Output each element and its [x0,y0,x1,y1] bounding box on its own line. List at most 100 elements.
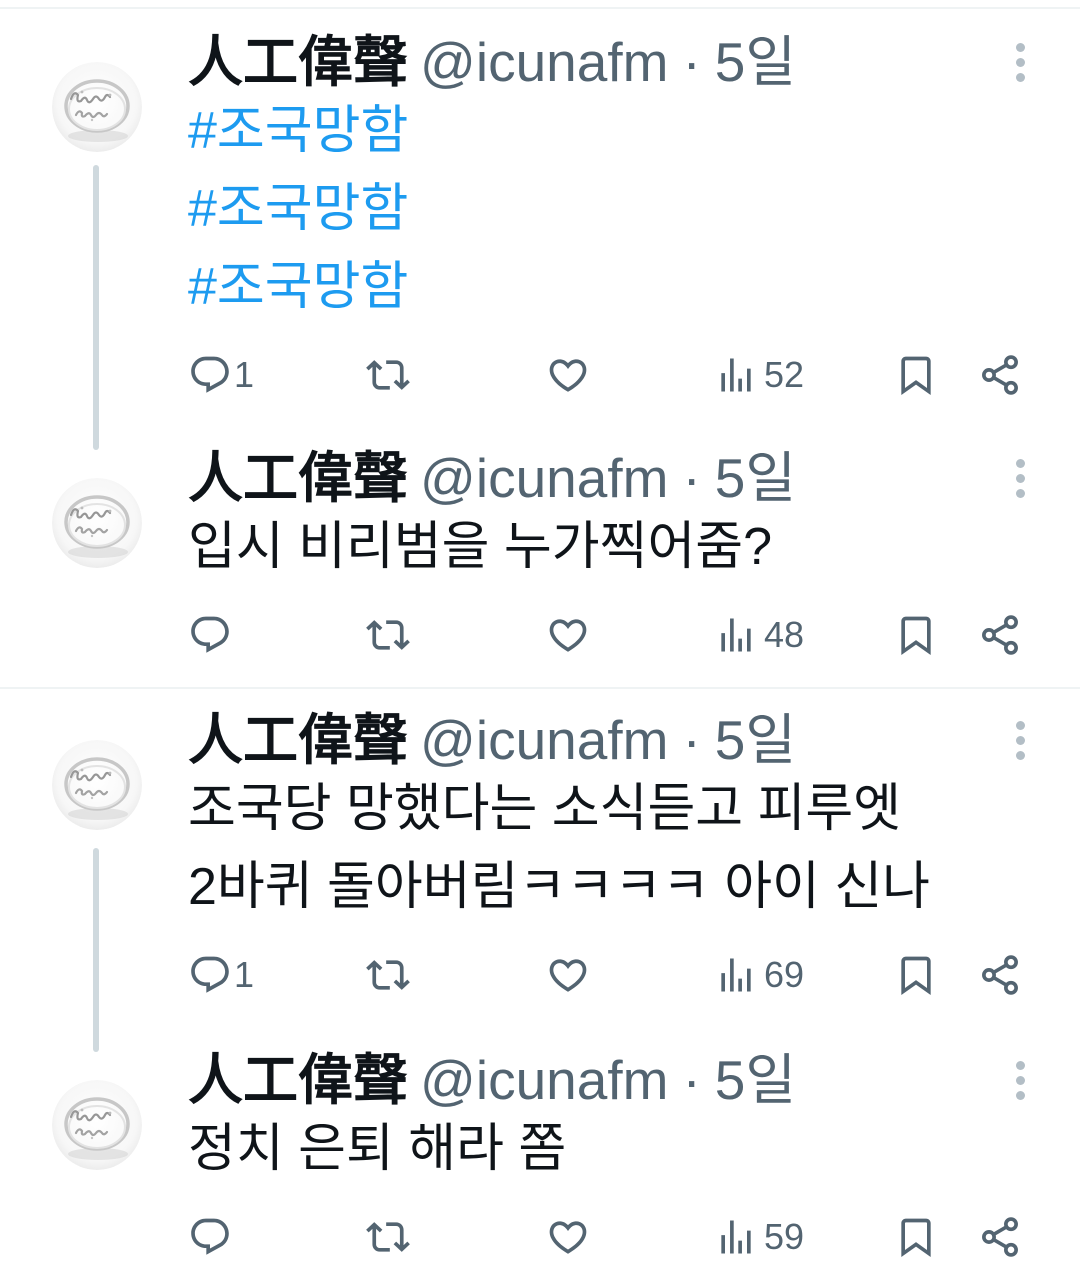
author-avatar[interactable] [52,62,142,152]
timestamp[interactable]: 5일 [715,1049,796,1111]
more-dot [1015,735,1025,745]
tweet[interactable]: 人工偉聲 @icunafm · 5일 입시 비리범을 누가찍어줌? 48 [0,439,1080,674]
bookmark-icon [894,353,938,397]
share-icon [978,953,1022,997]
like-button[interactable] [546,1198,590,1276]
retweet-icon [366,353,410,397]
heart-icon [546,953,590,997]
reply-icon [188,613,232,657]
divider-between-threads [0,687,1080,689]
tweet-content: 人工偉聲 @icunafm · 5일 정치 은퇴 해라 쫌 59 [188,1041,988,1276]
tweet-text: 조국당 망했다는 소식듣고 피루엣 2바퀴 돌아버림ㅋㅋㅋㅋ 아이 신나 [188,770,988,926]
tweet-actions-bar: 48 [188,596,988,674]
retweet-button[interactable] [366,596,410,674]
share-icon [978,353,1022,397]
heart-icon [546,613,590,657]
author-name[interactable]: 人工偉聲 [188,709,408,771]
timestamp[interactable]: 5일 [715,31,796,93]
timeline: 人工偉聲 @icunafm · 5일 #조국망함 #조국망함 #조국망함 1 5… [0,0,1080,1279]
tweet-text: 입시 비리범을 누가찍어줌? [188,508,988,586]
author-name[interactable]: 人工偉聲 [188,31,408,93]
tweet-text: 정치 은퇴 해라 쫌 [188,1110,988,1188]
retweet-icon [366,953,410,997]
views-button[interactable]: 48 [714,596,804,674]
bookmark-button[interactable] [894,936,938,1014]
views-count: 69 [764,954,805,995]
more-dot [1015,750,1025,760]
tweet-text-line: #조국망함 [188,248,988,326]
more-vertical-icon[interactable] [1004,454,1036,502]
views-button[interactable]: 52 [714,336,804,414]
tweet-content: 人工偉聲 @icunafm · 5일 조국당 망했다는 소식듣고 피루엣 2바퀴 돌아… [188,701,988,1014]
more-vertical-icon[interactable] [1004,1056,1036,1104]
reply-button[interactable] [188,596,232,674]
tweet-header: 人工偉聲 @icunafm · 5일 [188,1041,988,1119]
tweet-text-line: 정치 은퇴 해라 쫌 [188,1120,567,1178]
like-button[interactable] [546,596,590,674]
like-button[interactable] [546,936,590,1014]
more-dot [1015,1075,1025,1085]
views-count: 59 [764,1216,805,1257]
views-bar-chart-icon [714,953,758,997]
retweet-button[interactable] [366,336,410,414]
views-bar-chart-icon [714,613,758,657]
views-button[interactable]: 59 [714,1198,804,1276]
tweet-text-line: 조국당 망했다는 소식듣고 피루엣 [188,780,902,838]
more-dot [1015,1090,1025,1100]
tweet-actions-bar: 1 69 [188,936,988,1014]
bookmark-button[interactable] [894,596,938,674]
reply-button[interactable]: 1 [188,936,254,1014]
author-handle[interactable]: @icunafm [420,31,668,93]
views-count: 52 [764,354,805,395]
tweet-actions-bar: 1 52 [188,336,988,414]
retweet-button[interactable] [366,936,410,1014]
more-vertical-icon[interactable] [1004,38,1036,86]
tweet-text-line: #조국망함 [188,92,988,170]
reply-button[interactable] [188,1198,232,1276]
tweet[interactable]: 人工偉聲 @icunafm · 5일 정치 은퇴 해라 쫌 59 [0,1041,1080,1276]
author-handle[interactable]: @icunafm [420,709,668,771]
avatar-image [52,62,142,152]
heart-icon [546,353,590,397]
bookmark-icon [894,613,938,657]
author-name[interactable]: 人工偉聲 [188,447,408,509]
retweet-button[interactable] [366,1198,410,1276]
reply-icon [188,953,232,997]
timestamp[interactable]: 5일 [715,447,796,509]
views-bar-chart-icon [714,353,758,397]
author-avatar[interactable] [52,478,142,568]
tweet-header: 人工偉聲 @icunafm · 5일 [188,439,988,517]
bookmark-button[interactable] [894,336,938,414]
more-dot [1015,57,1025,67]
author-name[interactable]: 人工偉聲 [188,1049,408,1111]
share-icon [978,613,1022,657]
more-vertical-icon[interactable] [1004,716,1036,764]
reply-icon [188,1215,232,1259]
hashtag-link[interactable]: #조국망함 [188,258,408,316]
author-avatar[interactable] [52,740,142,830]
separator-dot: · [682,709,701,771]
avatar-image [52,478,142,568]
bookmark-icon [894,953,938,997]
share-button[interactable] [978,596,1022,674]
author-handle[interactable]: @icunafm [420,447,668,509]
tweet-header: 人工偉聲 @icunafm · 5일 [188,701,988,779]
hashtag-link[interactable]: #조국망함 [188,180,408,238]
share-button[interactable] [978,1198,1022,1276]
reply-button[interactable]: 1 [188,336,254,414]
views-button[interactable]: 69 [714,936,804,1014]
bookmark-button[interactable] [894,1198,938,1276]
avatar-image [52,1080,142,1170]
like-button[interactable] [546,336,590,414]
tweet-content: 人工偉聲 @icunafm · 5일 #조국망함 #조국망함 #조국망함 1 5… [188,23,988,414]
author-handle[interactable]: @icunafm [420,1049,668,1111]
reply-count: 1 [234,954,255,995]
timestamp[interactable]: 5일 [715,709,796,771]
share-button[interactable] [978,936,1022,1014]
tweet-text: #조국망함 #조국망함 #조국망함 [188,92,988,326]
tweet[interactable]: 人工偉聲 @icunafm · 5일 조국당 망했다는 소식듣고 피루엣 2바퀴 돌아… [0,701,1080,1014]
share-button[interactable] [978,336,1022,414]
author-avatar[interactable] [52,1080,142,1170]
tweet[interactable]: 人工偉聲 @icunafm · 5일 #조국망함 #조국망함 #조국망함 1 5… [0,23,1080,414]
hashtag-link[interactable]: #조국망함 [188,102,408,160]
